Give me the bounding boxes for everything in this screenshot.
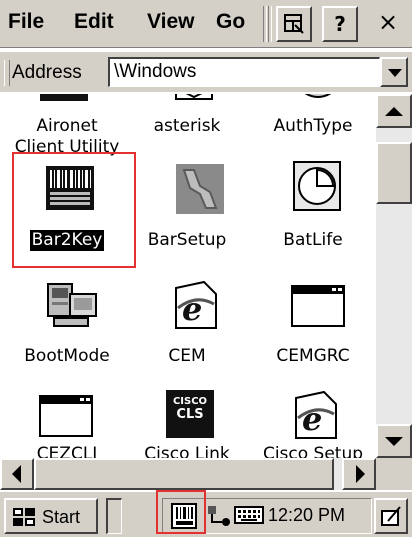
menu-separator	[268, 6, 272, 42]
file-list: Aironet Client Utility asterisk AuthType…	[0, 94, 376, 458]
horizontal-scrollbar[interactable]	[0, 458, 376, 490]
keyboard-tray-icon[interactable]	[234, 506, 264, 524]
help-button[interactable]: ?	[322, 6, 358, 42]
properties-button[interactable]	[276, 6, 312, 42]
svg-text:e: e	[182, 290, 202, 328]
network-tray-icon[interactable]	[206, 504, 232, 528]
item-label: BarSetup	[147, 230, 227, 250]
scroll-left-button[interactable]	[0, 458, 34, 490]
scroll-down-button[interactable]	[376, 424, 412, 458]
horizontal-scroll-thumb[interactable]	[34, 458, 334, 490]
ie-icon[interactable]: e	[292, 390, 340, 444]
properties-icon	[284, 14, 304, 34]
item-label: Aironet	[36, 116, 98, 136]
list-item[interactable]: Cisco Setup	[250, 444, 376, 458]
scrollbar-corner	[376, 458, 412, 490]
computer-icon[interactable]	[44, 280, 98, 332]
menu-go[interactable]: Go	[216, 10, 245, 34]
scroll-up-button[interactable]	[376, 94, 412, 128]
ie-icon[interactable]: e	[172, 280, 220, 334]
list-item[interactable]: CEM	[124, 346, 250, 367]
menu-file[interactable]: File	[8, 10, 44, 34]
cisco-icon-text: CISCO	[173, 396, 207, 407]
item-label: CEM	[168, 346, 206, 366]
show-desktop-button[interactable]	[374, 498, 408, 534]
desktop-pen-icon	[381, 506, 401, 526]
item-label: asterisk	[153, 116, 221, 136]
chevron-down-icon	[388, 69, 402, 77]
highlight-box	[12, 152, 136, 268]
cls-icon-text: CLS	[176, 407, 203, 422]
arrow-up-icon	[385, 107, 403, 116]
scroll-thumb[interactable]	[376, 142, 412, 204]
address-input[interactable]: \Windows	[108, 57, 380, 87]
vertical-scrollbar[interactable]	[376, 94, 412, 458]
start-button[interactable]: Start	[4, 498, 98, 534]
barsetup-icon[interactable]	[176, 164, 224, 218]
item-label: CEZCLI	[36, 444, 98, 458]
help-label: ?	[334, 12, 346, 36]
item-label: Cisco Link	[144, 444, 230, 458]
toolbar-grip[interactable]	[4, 60, 10, 86]
window-icon[interactable]	[290, 284, 346, 332]
menu-view[interactable]: View	[147, 10, 194, 34]
window-icon[interactable]	[38, 394, 94, 442]
taskbar: Start 12:20 PM	[0, 490, 412, 537]
clock[interactable]: 12:20 PM	[268, 505, 345, 526]
taskbar-window-button[interactable]	[106, 498, 122, 534]
list-item[interactable]: BarSetup	[124, 230, 250, 251]
list-item[interactable]: BatLife	[250, 230, 376, 251]
asterisk-icon[interactable]	[174, 94, 214, 107]
arrow-down-icon	[385, 437, 403, 446]
address-dropdown-button[interactable]	[380, 57, 408, 87]
list-item[interactable]: AuthType	[250, 116, 376, 137]
list-item[interactable]: asterisk	[124, 116, 250, 137]
tray-highlight-box	[156, 490, 206, 534]
address-bar: Address \Windows	[0, 52, 412, 92]
menu-bar: File Edit View Go ? ×	[0, 0, 412, 48]
svg-text:e: e	[302, 400, 322, 438]
list-item[interactable]: BootMode	[4, 346, 130, 367]
menu-separator	[263, 6, 267, 42]
list-item[interactable]: Cisco Link	[124, 444, 250, 458]
arrow-left-icon	[12, 465, 21, 483]
arrow-right-icon	[356, 465, 365, 483]
authtype-icon[interactable]	[298, 94, 338, 107]
list-item[interactable]: CEZCLI	[4, 444, 130, 458]
item-label: BatLife	[283, 230, 343, 250]
windows-logo-icon	[13, 508, 35, 526]
address-label: Address	[12, 62, 82, 83]
start-label: Start	[42, 507, 81, 527]
scroll-right-button[interactable]	[342, 458, 376, 490]
item-label: AuthType	[273, 116, 353, 136]
clock-icon[interactable]	[292, 160, 344, 218]
cisco-cls-icon[interactable]: CISCO CLS	[166, 390, 214, 442]
item-label: Cisco Setup	[262, 444, 364, 458]
item-label: BootMode	[24, 346, 110, 366]
menu-edit[interactable]: Edit	[74, 10, 114, 34]
aironet-icon[interactable]	[40, 94, 88, 107]
list-item[interactable]: CEMGRC	[250, 346, 376, 367]
item-label: CEMGRC	[276, 346, 350, 366]
close-icon[interactable]: ×	[378, 8, 398, 36]
